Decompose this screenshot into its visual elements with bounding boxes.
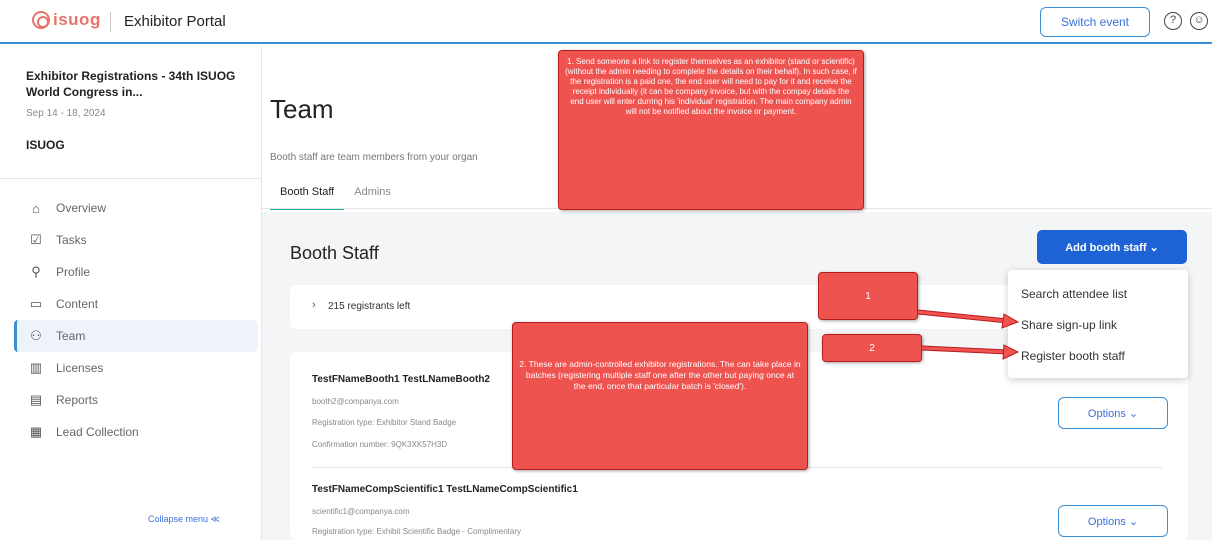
person-icon: ⚲ xyxy=(31,264,41,279)
staff-email: booth2@companya.com xyxy=(312,397,399,406)
portal-title: Exhibitor Portal xyxy=(124,13,226,30)
annotation-note-2: 2. These are admin-controlled exhibitor … xyxy=(512,322,808,470)
org-name: ISUOG xyxy=(26,138,65,152)
sidebar-item-team[interactable]: ⚇ Team xyxy=(14,320,258,352)
menu-item-search-attendee-list[interactable]: Search attendee list xyxy=(1008,282,1188,313)
isuog-logo[interactable]: isuog xyxy=(32,10,101,30)
sidebar-item-reports[interactable]: ▤ Reports xyxy=(14,384,258,416)
staff-name: TestFNameBooth1 TestLNameBooth2 xyxy=(312,374,490,385)
page-description: Booth staff are team members from your o… xyxy=(270,152,478,163)
event-title: Exhibitor Registrations - 34th ISUOG Wor… xyxy=(26,69,236,99)
header-divider xyxy=(110,12,111,32)
sidebar-item-label: Licenses xyxy=(56,361,104,375)
sidebar-nav: ⌂ Overview ☑ Tasks ⚲ Profile ▭ Content ⚇… xyxy=(14,192,258,448)
logo-mark-icon xyxy=(32,11,50,29)
page-title: Team xyxy=(270,94,334,124)
annotation-note-1: 1. Send someone a link to register thems… xyxy=(558,50,864,210)
options-button[interactable]: Options ⌄ xyxy=(1058,505,1168,537)
menu-item-share-sign-up-link[interactable]: Share sign-up link xyxy=(1008,313,1188,344)
menu-item-register-booth-staff[interactable]: Register booth staff xyxy=(1008,344,1188,375)
registrants-left-label: 215 registrants left xyxy=(328,301,411,312)
switch-event-button[interactable]: Switch event xyxy=(1040,7,1150,37)
team-icon: ⚇ xyxy=(30,328,42,343)
sidebar-item-lead-collection[interactable]: ▦ Lead Collection xyxy=(14,416,258,448)
sidebar-item-profile[interactable]: ⚲ Profile xyxy=(14,256,258,288)
sidebar-divider xyxy=(0,178,262,179)
sidebar-item-label: Lead Collection xyxy=(56,425,139,439)
event-date: Sep 14 - 18, 2024 xyxy=(26,108,106,119)
staff-registration-type: Registration type: Exhibitor Stand Badge xyxy=(312,418,457,427)
checkbox-icon: ☑ xyxy=(30,232,42,247)
sidebar-item-label: Content xyxy=(56,297,99,311)
sidebar-item-label: Tasks xyxy=(56,233,87,247)
annotation-number-2: 2 xyxy=(822,334,922,362)
sidebar-item-label: Reports xyxy=(56,393,99,407)
staff-name: TestFNameCompScientific1 TestLNameCompSc… xyxy=(312,484,578,495)
sidebar-item-content[interactable]: ▭ Content xyxy=(14,288,258,320)
chart-icon: ▤ xyxy=(29,392,43,407)
sidebar-item-overview[interactable]: ⌂ Overview xyxy=(14,192,258,224)
top-bar: isuog Exhibitor Portal Switch event ? ☺ xyxy=(0,0,1212,44)
clipboard-icon: ▦ xyxy=(29,424,43,439)
section-title: Booth Staff xyxy=(290,243,379,263)
sidebar: Exhibitor Registrations - 34th ISUOG Wor… xyxy=(0,46,262,540)
staff-confirmation-number: Confirmation number: 9QK3XK57H3D xyxy=(312,440,448,449)
sidebar-item-tasks[interactable]: ☑ Tasks xyxy=(14,224,258,256)
sidebar-item-label: Team xyxy=(56,329,86,343)
chevron-right-icon[interactable]: › xyxy=(312,299,316,311)
user-circle-icon[interactable]: ☺ xyxy=(1190,12,1208,30)
sidebar-item-licenses[interactable]: ▥ Licenses xyxy=(14,352,258,384)
tab-booth-staff[interactable]: Booth Staff xyxy=(270,180,345,210)
sidebar-item-label: Overview xyxy=(56,201,107,215)
staff-registration-type: Registration type: Exhibit Scientific Ba… xyxy=(312,527,521,536)
logo-text: isuog xyxy=(53,10,101,29)
sidebar-item-label: Profile xyxy=(56,265,91,279)
collapse-menu-link[interactable]: Collapse menu ≪ xyxy=(148,514,220,525)
question-circle-icon[interactable]: ? xyxy=(1164,12,1182,30)
team-tabs: Booth Staff Admins xyxy=(270,180,401,210)
annotation-number-1: 1 xyxy=(818,272,918,320)
home-icon: ⌂ xyxy=(32,200,40,216)
barcode-icon: ▥ xyxy=(29,360,43,375)
staff-email: scientific1@companya.com xyxy=(312,507,410,516)
options-button[interactable]: Options ⌄ xyxy=(1058,397,1168,429)
folder-icon: ▭ xyxy=(29,296,43,311)
add-booth-staff-button[interactable]: Add booth staff ⌄ xyxy=(1037,230,1187,264)
add-booth-staff-menu: Search attendee list Share sign-up link … xyxy=(1008,270,1188,378)
tab-admins[interactable]: Admins xyxy=(344,180,401,210)
